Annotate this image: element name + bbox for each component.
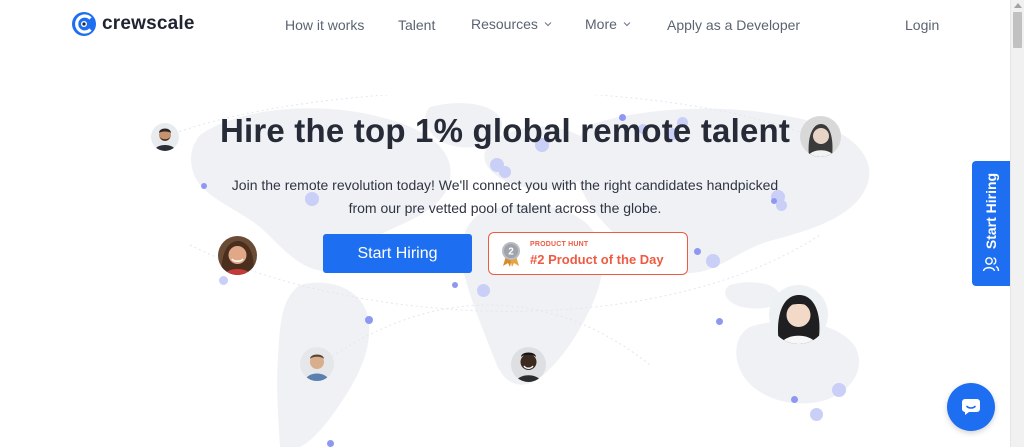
map-dot (716, 318, 723, 325)
page-scrollbar[interactable] (1010, 0, 1024, 447)
users-icon (982, 257, 1000, 272)
map-dot (219, 276, 228, 285)
map-dot (452, 282, 458, 288)
map-dot (706, 254, 720, 268)
talent-avatar (218, 236, 257, 275)
nav-resources[interactable]: Resources (471, 16, 552, 32)
chevron-down-icon (623, 22, 631, 27)
hero-subtitle-line-2: from our pre vetted pool of talent acros… (348, 200, 662, 216)
side-tab-label: Start Hiring (983, 172, 999, 250)
map-dot (365, 316, 373, 324)
site-header: crewscale How it works Talent Resources … (0, 0, 1010, 52)
chevron-down-icon (544, 22, 552, 27)
login-link[interactable]: Login (905, 17, 939, 33)
nav-more-label: More (585, 16, 617, 32)
nav-how-it-works[interactable]: How it works (285, 17, 364, 33)
main-nav: How it works Talent Resources More Apply… (0, 16, 1010, 37)
talent-avatar (800, 116, 841, 157)
talent-avatar (511, 347, 546, 382)
page: crewscale How it works Talent Resources … (0, 0, 1010, 447)
login-label: Login (905, 17, 940, 33)
nav-talent-label: Talent (398, 17, 436, 33)
nav-talent[interactable]: Talent (398, 17, 435, 33)
map-dot (832, 383, 846, 397)
map-dot (694, 248, 701, 255)
side-start-hiring-tab[interactable]: Start Hiring (972, 161, 1010, 286)
product-hunt-label: #2 Product of the Day (530, 252, 664, 267)
nav-how-it-works-label: How it works (285, 17, 365, 33)
product-hunt-kicker: PRODUCT HUNT (530, 241, 589, 248)
map-dot (791, 396, 798, 403)
chat-launcher-button[interactable] (947, 383, 995, 431)
start-hiring-button[interactable]: Start Hiring (323, 234, 472, 273)
medal-rank: 2 (508, 247, 514, 258)
talent-avatar (300, 347, 334, 381)
nav-more[interactable]: More (585, 16, 631, 32)
medal-icon: 2 (502, 242, 520, 267)
nav-apply-as-developer[interactable]: Apply as a Developer (667, 17, 800, 33)
nav-apply-label: Apply as a Developer (667, 17, 801, 33)
map-dot (477, 284, 490, 297)
scrollbar-thumb[interactable] (1013, 12, 1022, 48)
hero-subtitle-line-1: Join the remote revolution today! We'll … (231, 177, 779, 193)
talent-avatar (769, 285, 828, 344)
map-dot (327, 440, 334, 447)
talent-avatar (151, 123, 179, 151)
chat-icon (962, 399, 980, 415)
product-hunt-badge[interactable]: 2 PRODUCT HUNT #2 Product of the Day (488, 232, 688, 275)
scroll-up-arrow-icon[interactable] (1014, 3, 1022, 8)
nav-resources-label: Resources (471, 16, 538, 32)
hero-subtitle: Join the remote revolution today! We'll … (0, 174, 1010, 220)
map-dot (810, 408, 823, 421)
